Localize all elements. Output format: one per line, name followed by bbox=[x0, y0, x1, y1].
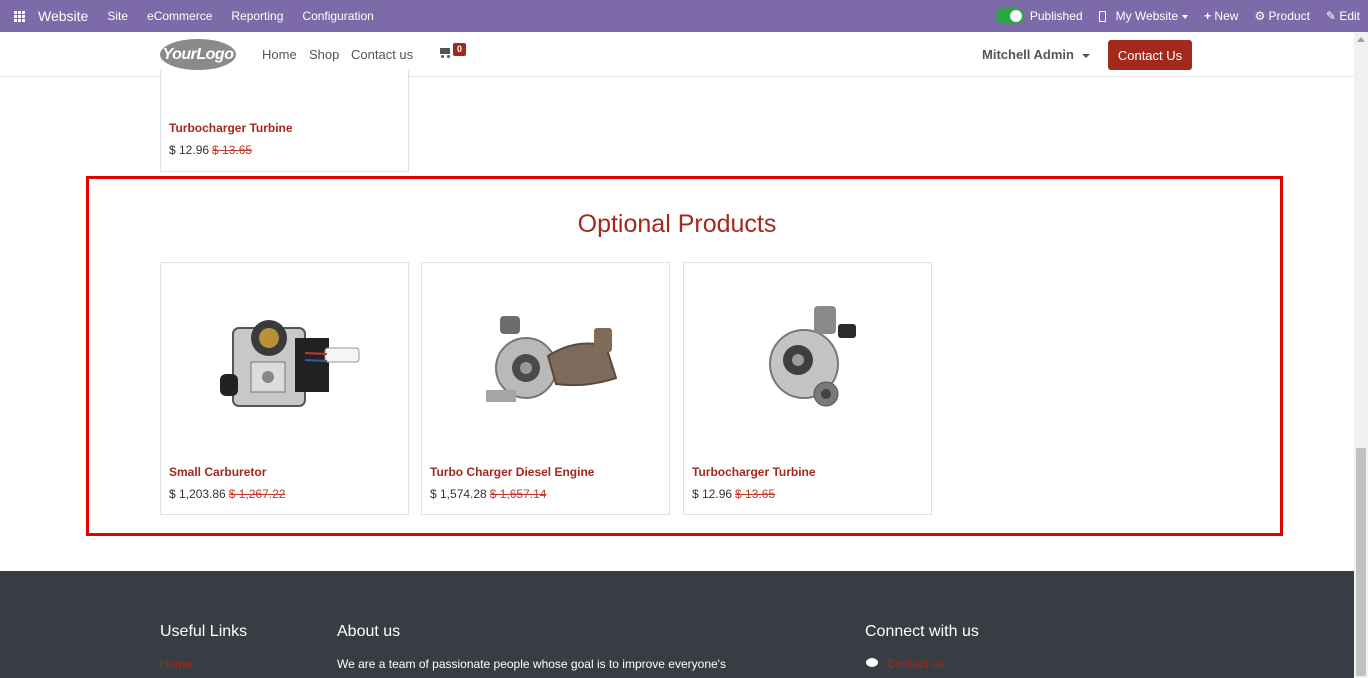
user-menu[interactable]: Mitchell Admin bbox=[982, 47, 1090, 62]
product-price: $ 1,203.86 $ 1,267.22 bbox=[169, 487, 286, 501]
pencil-icon: ✎ bbox=[1325, 9, 1336, 23]
about-us-text: We are a team of passionate people whose… bbox=[337, 657, 726, 671]
apps-menu-icon[interactable] bbox=[0, 0, 38, 32]
footer-link-home[interactable]: Home bbox=[160, 657, 192, 671]
scroll-thumb[interactable] bbox=[1356, 448, 1366, 676]
connect-heading: Connect with us bbox=[865, 623, 979, 640]
product-button[interactable]: ⚙ Product bbox=[1254, 9, 1309, 23]
website-selector[interactable]: My Website bbox=[1116, 9, 1189, 23]
product-name[interactable]: Turbo Charger Diesel Engine bbox=[430, 465, 594, 479]
published-label: Published bbox=[1029, 9, 1083, 23]
chevron-down-icon bbox=[1182, 14, 1189, 19]
product-name[interactable]: Small Carburetor bbox=[169, 465, 266, 479]
gear-icon: ⚙ bbox=[1254, 9, 1266, 23]
admin-menu-reporting[interactable]: Reporting bbox=[231, 9, 283, 23]
chevron-down-icon bbox=[1081, 53, 1090, 58]
useful-links-heading: Useful Links bbox=[160, 623, 248, 640]
admin-menu-configuration[interactable]: Configuration bbox=[302, 9, 373, 23]
product-price: $ 12.96 $ 13.65 bbox=[169, 143, 253, 157]
product-card[interactable]: Turbocharger Turbine $ 12.96 $ 13.65 bbox=[683, 262, 932, 515]
toggle-switch-icon bbox=[995, 8, 1024, 24]
cart-count-badge: 0 bbox=[453, 43, 466, 56]
carburetor-image[interactable] bbox=[161, 263, 408, 453]
nav-home[interactable]: Home bbox=[262, 47, 297, 62]
turbocharger-diesel-image[interactable] bbox=[422, 263, 669, 453]
product-card[interactable]: Turbocharger Turbine $ 12.96 $ 13.65 bbox=[160, 70, 409, 172]
product-card[interactable]: Small Carburetor $ 1,203.86 $ 1,267.22 bbox=[160, 262, 409, 515]
cart-link[interactable]: 0 bbox=[438, 43, 466, 58]
product-name[interactable]: Turbocharger Turbine bbox=[169, 121, 293, 135]
logo[interactable]: YourLogo bbox=[160, 39, 236, 70]
scroll-up-icon[interactable] bbox=[1357, 37, 1365, 42]
admin-menu-site[interactable]: Site bbox=[107, 9, 128, 23]
comment-icon bbox=[866, 658, 878, 667]
about-us-heading: About us bbox=[337, 623, 401, 640]
cart-icon bbox=[438, 46, 451, 58]
nav-contact-us[interactable]: Contact us bbox=[351, 47, 413, 62]
contact-us-button[interactable]: Contact Us bbox=[1108, 40, 1192, 70]
footer-link-contact-us[interactable]: Contact us bbox=[887, 657, 944, 671]
nav-shop[interactable]: Shop bbox=[309, 47, 339, 62]
product-card[interactable]: Turbo Charger Diesel Engine $ 1,574.28 $ … bbox=[421, 262, 670, 515]
new-button[interactable]: + New bbox=[1204, 9, 1238, 23]
published-toggle[interactable]: Published bbox=[995, 8, 1083, 24]
section-title: Optional Products bbox=[577, 210, 777, 238]
edit-button[interactable]: ✎ Edit bbox=[1326, 9, 1360, 23]
admin-menu-ecommerce[interactable]: eCommerce bbox=[147, 9, 212, 23]
mobile-preview-icon[interactable] bbox=[1098, 10, 1106, 22]
site-footer: Useful Links Home About us We are a team… bbox=[0, 571, 1354, 678]
turbocharger-turbine-image[interactable] bbox=[684, 263, 931, 453]
admin-brand[interactable]: Website bbox=[38, 8, 88, 24]
page-scrollbar[interactable] bbox=[1354, 32, 1368, 678]
product-price: $ 12.96 $ 13.65 bbox=[692, 487, 776, 501]
product-price: $ 1,574.28 $ 1,657.14 bbox=[430, 487, 547, 501]
admin-top-bar: Website Site eCommerce Reporting Configu… bbox=[0, 0, 1368, 32]
product-name[interactable]: Turbocharger Turbine bbox=[692, 465, 816, 479]
plus-icon: + bbox=[1204, 9, 1212, 23]
